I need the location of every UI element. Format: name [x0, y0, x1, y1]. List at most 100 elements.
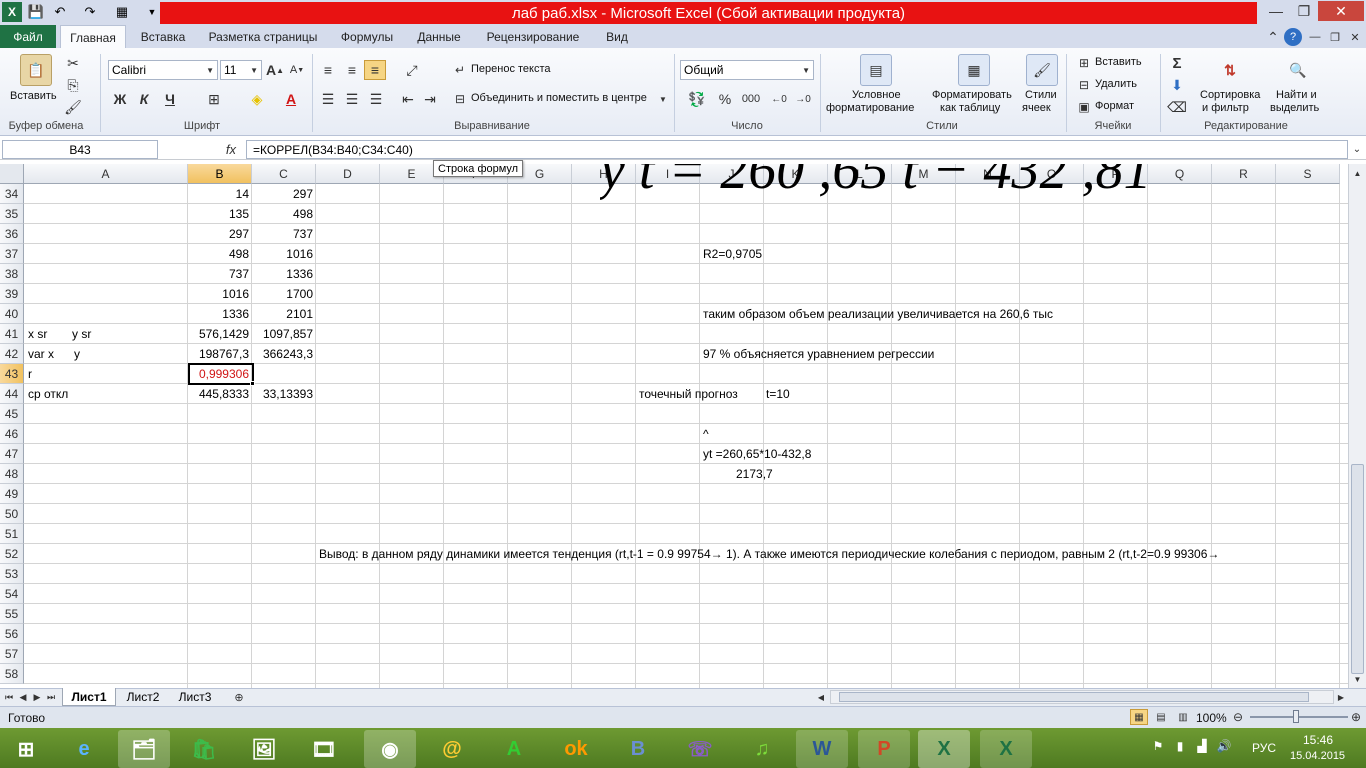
number-format-combo[interactable]: Общий ▼ [680, 60, 814, 80]
row-header[interactable]: 46 [0, 424, 24, 444]
bold-button[interactable]: Ж [110, 89, 130, 109]
active-cell[interactable]: 0,999306 [188, 364, 252, 384]
cell[interactable]: 1336 [188, 304, 252, 324]
row-header[interactable]: 55 [0, 604, 24, 624]
tray-battery-icon[interactable]: ▮ [1172, 738, 1188, 754]
sort-filter-label-2[interactable]: и фильтр [1202, 102, 1249, 114]
row-header[interactable]: 45 [0, 404, 24, 424]
sheet-tab[interactable]: Лист2 [118, 688, 168, 706]
regression-equation-image[interactable]: y t = 260 ,65 t − 432 ,81 [600, 164, 1220, 210]
zoom-slider-thumb[interactable] [1293, 710, 1299, 723]
cell[interactable]: 297 [252, 184, 316, 204]
cell[interactable]: var x [28, 344, 54, 364]
conditional-formatting-label-1[interactable]: Условное [852, 89, 901, 101]
thousands-button[interactable]: 000 [738, 89, 764, 109]
a-app-icon[interactable]: A [488, 730, 540, 768]
cell[interactable]: точечный прогноз [639, 384, 738, 404]
cell[interactable]: 1700 [252, 284, 316, 304]
increase-decimal-icon[interactable]: ←0 [768, 89, 790, 109]
row-header[interactable]: 34 [0, 184, 24, 204]
row-header[interactable]: 48 [0, 464, 24, 484]
align-center-icon[interactable]: ☰ [342, 89, 362, 109]
row-header[interactable]: 42 [0, 344, 24, 364]
scroll-thumb-horizontal[interactable] [839, 692, 1309, 702]
decrease-indent-icon[interactable]: ⇤ [398, 89, 418, 109]
formula-input[interactable]: =КОРРЕЛ(B34:B40;C34:C40) [246, 140, 1348, 159]
row-header[interactable]: 57 [0, 644, 24, 664]
row-header[interactable]: 52 [0, 544, 24, 564]
cell[interactable]: 1097,857 [252, 324, 316, 344]
name-box[interactable]: B43 [2, 140, 158, 159]
restore-icon[interactable]: ❐ [1290, 1, 1318, 21]
insert-cells-icon[interactable]: ⊞ [1076, 55, 1092, 71]
tray-network-icon[interactable]: ▟ [1194, 738, 1210, 754]
paste-icon[interactable]: 📋 [20, 54, 52, 86]
cell[interactable]: y sr [72, 324, 91, 344]
merge-center-icon[interactable]: ⊟ [452, 91, 468, 107]
horizontal-scrollbar[interactable] [830, 690, 1334, 704]
tab-file[interactable]: Файл [0, 25, 56, 48]
cell[interactable]: 33,13393 [252, 384, 316, 404]
ie-icon[interactable]: e [58, 730, 110, 768]
close-icon[interactable]: ✕ [1318, 1, 1364, 21]
explorer-icon[interactable]: 🗂 [118, 730, 170, 768]
cut-icon[interactable]: ✂ [64, 54, 82, 72]
cell[interactable]: x sr [28, 324, 47, 344]
excel-taskbar-icon-2[interactable]: X [980, 730, 1032, 768]
find-select-label-2[interactable]: выделить [1270, 102, 1319, 114]
cell[interactable]: 366243,3 [252, 344, 316, 364]
row-header[interactable]: 53 [0, 564, 24, 584]
prev-sheet-icon[interactable]: ◀ [16, 689, 30, 705]
start-icon[interactable]: ⊞ [0, 730, 52, 768]
conditional-formatting-label-2[interactable]: форматирование [826, 102, 914, 114]
column-header[interactable]: R [1212, 164, 1276, 184]
increase-indent-icon[interactable]: ⇥ [420, 89, 440, 109]
align-top-icon[interactable]: ≡ [318, 60, 338, 80]
sort-filter-label-1[interactable]: Сортировка [1200, 89, 1260, 101]
cell[interactable]: 737 [252, 224, 316, 244]
odnoklassniki-icon[interactable]: ok [550, 730, 602, 768]
media-icon[interactable]: 🎞 [298, 730, 350, 768]
scroll-left-icon[interactable]: ◀ [814, 690, 828, 704]
delete-cells-icon[interactable]: ⊟ [1076, 77, 1092, 93]
tab-review[interactable]: Рецензирование [476, 25, 590, 49]
find-select-icon[interactable]: 🔍 [1282, 54, 1314, 86]
tray-date[interactable]: 15.04.2015 [1290, 750, 1345, 762]
page-break-view-icon[interactable]: ▥ [1174, 709, 1192, 725]
new-sheet-icon[interactable]: ⊕ [228, 689, 250, 705]
italic-button[interactable]: К [134, 89, 154, 109]
form-icon[interactable]: ▦ [112, 2, 132, 22]
chevron-down-icon[interactable]: ▼ [658, 92, 668, 106]
minimize-icon[interactable]: — [1262, 1, 1290, 21]
cell[interactable]: 135 [188, 204, 252, 224]
cell[interactable]: 1336 [252, 264, 316, 284]
qat-customize-icon[interactable]: ▼ [142, 2, 162, 22]
row-header[interactable]: 58 [0, 664, 24, 684]
cell[interactable]: 97 % объясняется уравнением регрессии [703, 344, 934, 364]
row-header[interactable]: 49 [0, 484, 24, 504]
sheet-tab-active[interactable]: Лист1 [62, 688, 116, 706]
delete-cells-button[interactable]: Удалить [1095, 78, 1137, 90]
cell[interactable]: ср откл [28, 384, 68, 404]
zoom-out-icon[interactable]: ⊖ [1230, 709, 1246, 725]
cell[interactable]: 737 [188, 264, 252, 284]
excel-logo-icon[interactable]: X [2, 2, 22, 22]
cell[interactable]: 2101 [252, 304, 316, 324]
scroll-up-icon[interactable]: ▲ [1349, 166, 1366, 180]
cell[interactable]: y [74, 344, 80, 364]
percent-button[interactable]: % [716, 89, 734, 109]
ribbon-minimize-icon[interactable]: ⌃ [1264, 28, 1282, 46]
sort-filter-icon[interactable]: ⇅ [1214, 54, 1246, 86]
paint-icon[interactable]: 🖼 [238, 730, 290, 768]
row-header[interactable]: 35 [0, 204, 24, 224]
cell-styles-label-2[interactable]: ячеек [1022, 102, 1051, 114]
redo-icon[interactable]: ↷ [80, 2, 100, 22]
autosum-button[interactable]: Σ [1168, 54, 1186, 72]
tab-view[interactable]: Вид [596, 25, 638, 49]
undo-icon[interactable]: ↶ [50, 2, 70, 22]
find-select-label-1[interactable]: Найти и [1276, 89, 1317, 101]
format-as-table-icon[interactable]: ▦ [958, 54, 990, 86]
orientation-icon[interactable]: ⤢ [398, 60, 426, 80]
tray-flag-icon[interactable]: ⚑ [1150, 738, 1166, 754]
cell[interactable]: таким образом объем реализации увеличива… [703, 304, 1053, 324]
